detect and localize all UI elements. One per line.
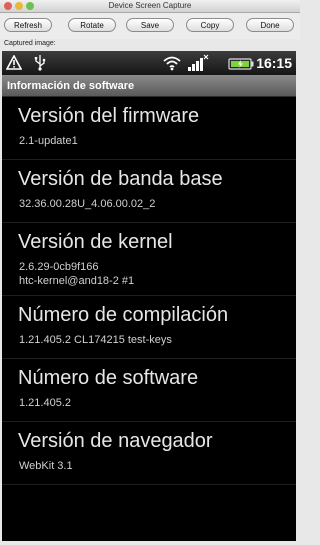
screen-header: Información de software bbox=[2, 75, 296, 97]
captured-image-label: Captured image: bbox=[4, 40, 56, 47]
list-item[interactable]: Número de software 1.21.405.2 bbox=[2, 359, 296, 422]
item-value: 2.6.29-0cb9f166 bbox=[19, 261, 99, 273]
item-value: htc-kernel@and18-2 #1 bbox=[19, 275, 135, 287]
item-title: Versión de kernel bbox=[18, 231, 173, 253]
zoom-window-button[interactable] bbox=[26, 2, 34, 10]
list-item[interactable]: Versión de kernel 2.6.29-0cb9f166 htc-ke… bbox=[2, 223, 296, 296]
captured-screen: 16:15 Información de software Versión de… bbox=[2, 51, 296, 541]
close-window-button[interactable] bbox=[4, 2, 12, 10]
refresh-button[interactable]: Refresh bbox=[4, 18, 52, 32]
copy-button[interactable]: Copy bbox=[186, 18, 234, 32]
item-title: Versión de banda base bbox=[18, 168, 223, 190]
item-title: Número de software bbox=[18, 367, 199, 389]
item-title: Versión del firmware bbox=[18, 105, 200, 127]
item-title: Número de compilación bbox=[18, 304, 229, 326]
window-title: Device Screen Capture bbox=[108, 1, 192, 10]
item-value: 32.36.00.28U_4.06.00.02_2 bbox=[19, 198, 156, 210]
toolbar: Refresh Rotate Save Copy Done bbox=[0, 13, 300, 39]
window-title-bar: Device Screen Capture bbox=[0, 0, 300, 13]
list-item[interactable]: Versión de navegador WebKit 3.1 bbox=[2, 422, 296, 485]
list-item[interactable]: Versión del firmware 2.1-update1 bbox=[2, 97, 296, 160]
minimize-window-button[interactable] bbox=[15, 2, 23, 10]
item-value: 1.21.405.2 CL174215 test-keys bbox=[19, 334, 172, 346]
item-value: WebKit 3.1 bbox=[19, 460, 73, 472]
rotate-button[interactable]: Rotate bbox=[68, 18, 116, 32]
status-clock: 16:15 bbox=[256, 55, 292, 71]
item-value: 2.1-update1 bbox=[19, 135, 78, 147]
list-item[interactable]: Versión de banda base 32.36.00.28U_4.06.… bbox=[2, 160, 296, 223]
status-bar: 16:15 bbox=[2, 51, 296, 75]
settings-list: Versión del firmware 2.1-update1 Versión… bbox=[2, 97, 296, 485]
item-value: 1.21.405.2 bbox=[19, 397, 71, 409]
save-button[interactable]: Save bbox=[126, 18, 174, 32]
list-item[interactable]: Número de compilación 1.21.405.2 CL17421… bbox=[2, 296, 296, 359]
item-title: Versión de navegador bbox=[18, 430, 213, 452]
done-button[interactable]: Done bbox=[246, 18, 294, 32]
